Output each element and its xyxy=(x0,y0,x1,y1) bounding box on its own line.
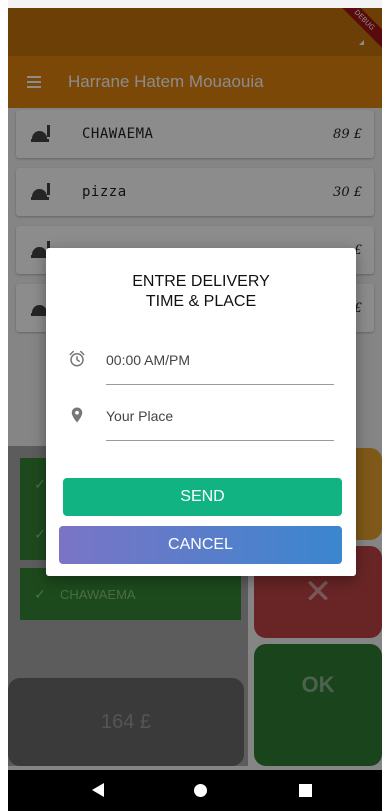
system-nav-bar xyxy=(8,770,382,811)
time-input[interactable]: 00:00 AM/PM xyxy=(106,352,190,368)
time-field[interactable]: 00:00 AM/PM xyxy=(64,348,334,385)
time-underline xyxy=(106,384,334,385)
location-pin-icon xyxy=(71,407,83,423)
left-edge xyxy=(0,0,8,811)
place-field[interactable]: Your Place xyxy=(64,404,334,441)
back-icon[interactable] xyxy=(92,783,104,797)
cancel-button[interactable]: CANCEL xyxy=(59,526,342,564)
dialog-title: ENTRE DELIVERY TIME & PLACE xyxy=(132,273,270,310)
place-input[interactable]: Your Place xyxy=(106,408,173,424)
recent-apps-icon[interactable] xyxy=(299,784,312,797)
delivery-dialog: ENTRE DELIVERY TIME & PLACE 00:00 AM/PM … xyxy=(46,248,356,576)
send-button[interactable]: SEND xyxy=(63,478,342,516)
home-icon[interactable] xyxy=(194,784,207,797)
alarm-clock-icon xyxy=(69,350,85,367)
place-underline xyxy=(106,440,334,441)
